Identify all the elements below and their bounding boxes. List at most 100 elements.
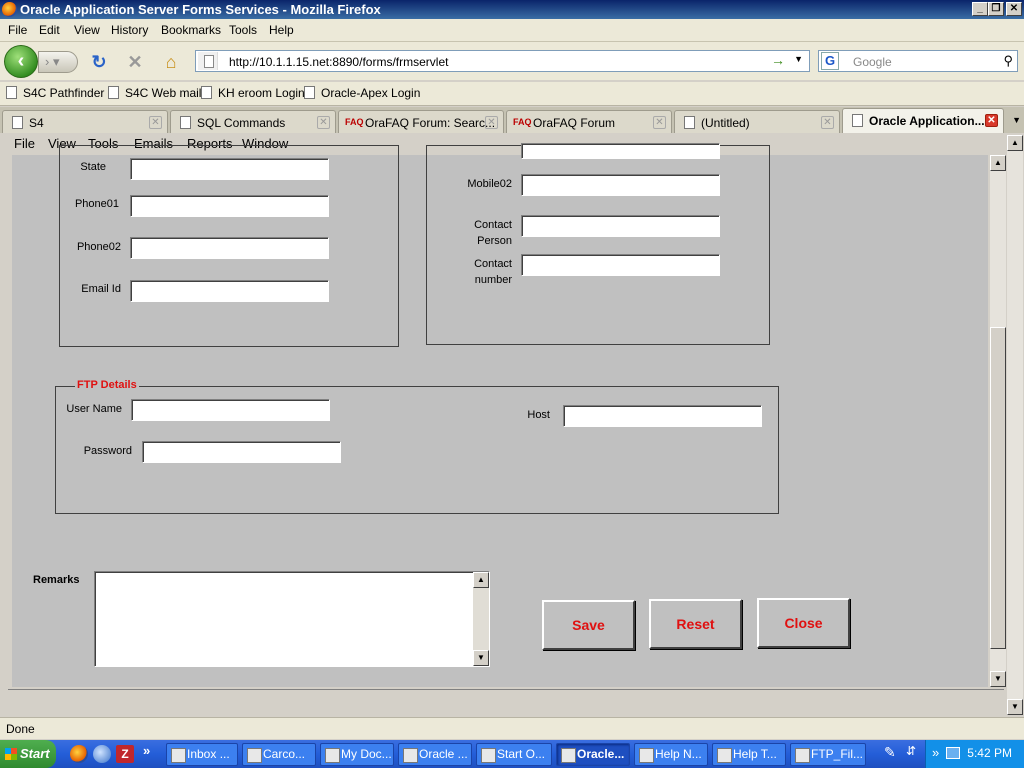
save-button[interactable]: Save: [542, 600, 635, 650]
search-input[interactable]: G Google ⚲: [818, 50, 1018, 72]
forward-button[interactable]: › ▾: [38, 51, 78, 73]
remarks-textarea[interactable]: ▲ ▼: [94, 571, 490, 667]
user-name-field[interactable]: [131, 399, 330, 421]
tab-oracle-application[interactable]: Oracle Application... ✕: [842, 108, 1004, 133]
password-field[interactable]: [142, 441, 341, 463]
stop-icon[interactable]: ✕: [124, 52, 146, 72]
taskbar-item-my-documents[interactable]: My Doc...: [320, 743, 394, 766]
taskbar: Start Z » Inbox ... Carco... My Doc... O…: [0, 740, 1024, 768]
canvas-scrollbar[interactable]: ▲ ▼: [990, 155, 1006, 687]
phone02-label: Phone02: [76, 241, 121, 253]
bookmark-s4c-web-mail[interactable]: S4C Web mail: [108, 86, 201, 100]
taskbar-item-carco[interactable]: Carco...: [242, 743, 316, 766]
page-icon: [12, 116, 23, 129]
bookmark-oracle-apex[interactable]: Oracle-Apex Login: [304, 86, 420, 100]
page-icon: [108, 86, 119, 99]
forms-menu-file[interactable]: File: [14, 136, 35, 151]
close-tab-icon[interactable]: ✕: [485, 116, 498, 129]
scroll-up-icon[interactable]: ▲: [990, 155, 1006, 171]
menu-history[interactable]: History: [111, 23, 148, 37]
tab-s4[interactable]: S4 ✕: [2, 110, 168, 133]
close-tab-icon[interactable]: ✕: [653, 116, 666, 129]
url-text[interactable]: http://10.1.1.15.net:8890/forms/frmservl…: [229, 55, 448, 69]
menu-file[interactable]: File: [8, 23, 27, 37]
menu-view[interactable]: View: [74, 23, 100, 37]
pen-icon[interactable]: ✎: [884, 744, 902, 762]
reset-button[interactable]: Reset: [649, 599, 742, 649]
taskbar-item-inbox[interactable]: Inbox ...: [166, 743, 238, 766]
scroll-thumb[interactable]: [990, 327, 1006, 649]
page-icon: [304, 86, 315, 99]
host-label: Host: [527, 409, 550, 421]
scroll-up-icon[interactable]: ▲: [473, 572, 489, 588]
remarks-scrollbar[interactable]: ▲ ▼: [473, 572, 489, 666]
close-tab-icon[interactable]: ✕: [985, 114, 998, 127]
mobile02-field[interactable]: [521, 174, 720, 196]
go-arrow-icon[interactable]: →: [771, 52, 785, 68]
minimize-button[interactable]: _: [972, 2, 988, 16]
contact-number-field[interactable]: [521, 254, 720, 276]
clock: 5:42 PM: [967, 746, 1012, 760]
tab-untitled[interactable]: (Untitled) ✕: [674, 110, 840, 133]
menu-edit[interactable]: Edit: [39, 23, 60, 37]
chevron-down-icon[interactable]: ▼: [794, 54, 803, 64]
close-tab-icon[interactable]: ✕: [821, 116, 834, 129]
phone01-field[interactable]: [130, 195, 329, 217]
clipped-field[interactable]: [521, 143, 720, 159]
page-icon: [852, 114, 863, 127]
host-field[interactable]: [563, 405, 762, 427]
taskbar-item-start-oracle[interactable]: Start O...: [476, 743, 552, 766]
bookmark-kh-eroom[interactable]: KH eroom Login: [201, 86, 305, 100]
scroll-down-icon[interactable]: ▼: [1007, 699, 1023, 715]
globe-icon[interactable]: [93, 745, 111, 763]
filezilla-icon[interactable]: Z: [116, 745, 134, 763]
back-button[interactable]: ‹: [4, 45, 38, 78]
google-icon[interactable]: G: [821, 52, 839, 70]
tab-orafaq-search[interactable]: FAQ OraFAQ Forum: Searc... ✕: [338, 110, 504, 133]
close-tab-icon[interactable]: ✕: [317, 116, 330, 129]
home-icon[interactable]: ⌂: [160, 52, 182, 72]
close-button[interactable]: Close: [757, 598, 850, 648]
password-label: Password: [83, 445, 132, 457]
email-id-field[interactable]: [130, 280, 329, 302]
network-icon[interactable]: [946, 747, 960, 759]
reload-icon[interactable]: ↻: [88, 52, 110, 72]
pin-icon[interactable]: ⇵: [906, 744, 924, 762]
tab-sql-commands[interactable]: SQL Commands ✕: [170, 110, 336, 133]
search-icon[interactable]: ⚲: [1003, 53, 1013, 69]
quicklaunch-chevron-icon[interactable]: »: [143, 743, 161, 761]
menu-tools[interactable]: Tools: [229, 23, 257, 37]
email-id-label: Email Id: [81, 283, 121, 295]
close-tab-icon[interactable]: ✕: [149, 116, 162, 129]
taskbar-item-oracle-firefox[interactable]: Oracle...: [556, 743, 630, 766]
mobile02-label: Mobile02: [467, 178, 512, 190]
scroll-up-icon[interactable]: ▲: [1007, 135, 1023, 151]
page-icon: [201, 86, 212, 99]
bookmarks-toolbar: S4C Pathfinder S4C Web mail KH eroom Log…: [0, 82, 1024, 106]
close-window-button[interactable]: ✕: [1006, 2, 1022, 16]
firefox-icon[interactable]: [70, 745, 88, 763]
scroll-down-icon[interactable]: ▼: [473, 650, 489, 666]
phone02-field[interactable]: [130, 237, 329, 259]
start-button[interactable]: Start: [0, 740, 56, 768]
scroll-down-icon[interactable]: ▼: [990, 671, 1006, 687]
menu-help[interactable]: Help: [269, 23, 294, 37]
url-bar[interactable]: http://10.1.1.15.net:8890/forms/frmservl…: [195, 50, 810, 72]
ftp-details-title: FTP Details: [75, 379, 139, 391]
restore-button[interactable]: ❐: [988, 2, 1004, 16]
tab-list-chevron-icon[interactable]: ▼: [1012, 115, 1021, 125]
bookmark-s4c-pathfinder[interactable]: S4C Pathfinder: [6, 86, 104, 100]
taskbar-item-help-t[interactable]: Help T...: [712, 743, 786, 766]
tab-orafaq-forum[interactable]: FAQ OraFAQ Forum ✕: [506, 110, 672, 133]
taskbar-item-ftp-files[interactable]: FTP_Fil...: [790, 743, 866, 766]
contact-person-field[interactable]: [521, 215, 720, 237]
page-scrollbar[interactable]: ▲ ▼: [1007, 135, 1023, 715]
menu-bookmarks[interactable]: Bookmarks: [161, 23, 221, 37]
contact-person-label: Contact Person: [474, 219, 512, 247]
state-field[interactable]: [130, 158, 329, 180]
tab-bar: S4 ✕ SQL Commands ✕ FAQ OraFAQ Forum: Se…: [0, 107, 1024, 133]
taskbar-item-oracle[interactable]: Oracle ...: [398, 743, 472, 766]
tray-chevron-icon[interactable]: »: [932, 745, 939, 760]
taskbar-item-help-n[interactable]: Help N...: [634, 743, 708, 766]
page-icon: [6, 86, 17, 99]
